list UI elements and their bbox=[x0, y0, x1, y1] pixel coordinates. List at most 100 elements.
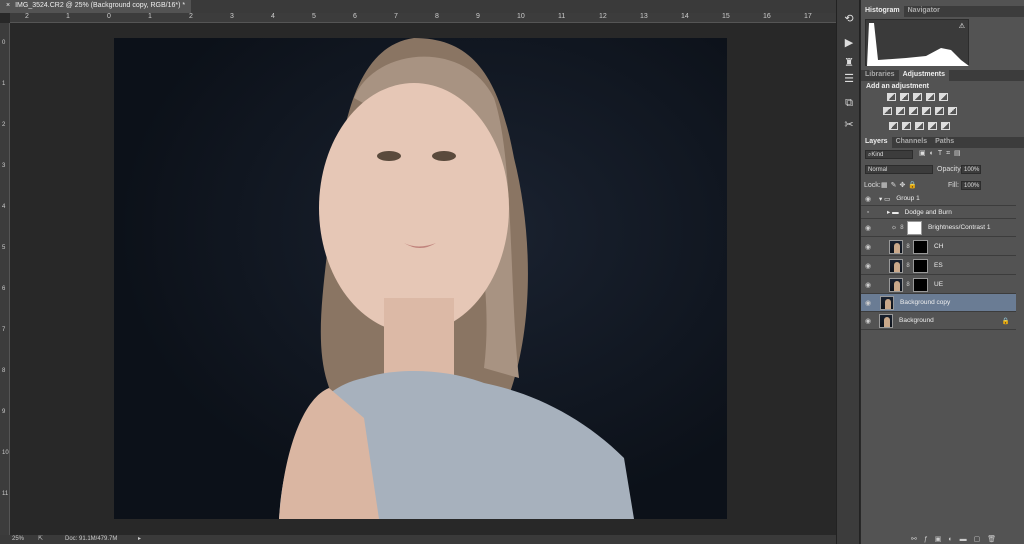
fill-input[interactable]: 100% bbox=[961, 181, 981, 190]
layer-thumb[interactable] bbox=[889, 258, 903, 273]
ruler-tick-label: 4 bbox=[271, 13, 275, 20]
layer-es[interactable]: ◉ 8 ES bbox=[861, 257, 1016, 275]
image-canvas[interactable] bbox=[114, 38, 727, 519]
tab-channels[interactable]: Channels bbox=[892, 137, 932, 148]
color-balance-icon[interactable] bbox=[896, 107, 905, 115]
actions-play-icon[interactable]: ▶ bbox=[842, 36, 856, 50]
layer-thumb[interactable] bbox=[879, 313, 893, 328]
lock-icons[interactable]: ▦✎✥🔒 bbox=[881, 181, 920, 189]
eye-icon[interactable]: ◉ bbox=[861, 224, 875, 232]
tab-navigator[interactable]: Navigator bbox=[904, 6, 944, 17]
eye-icon[interactable]: ◉ bbox=[861, 317, 875, 325]
clone-source-icon[interactable]: ⧉ bbox=[842, 96, 856, 110]
layer-thumb[interactable] bbox=[889, 239, 903, 254]
ruler-tick-label: 0 bbox=[107, 13, 111, 20]
ruler-tick-label: 16 bbox=[763, 13, 771, 20]
doc-size: Doc: 91.1M/479.7M bbox=[65, 536, 118, 542]
ruler-tick-label: 8 bbox=[435, 13, 439, 20]
ruler-top[interactable]: 2 1 0 1 2 3 4 5 6 7 8 9 10 11 12 13 14 15 16 17 bbox=[10, 13, 836, 23]
layer-thumb[interactable] bbox=[880, 295, 894, 310]
eye-icon[interactable]: ◉ bbox=[861, 262, 875, 270]
layer-thumb[interactable] bbox=[889, 277, 903, 292]
tool-presets-icon[interactable]: ✂ bbox=[842, 118, 856, 132]
ruler-left[interactable]: 0 1 2 3 4 5 6 7 8 9 10 11 bbox=[0, 23, 10, 535]
ruler-tick-label: 2 bbox=[2, 122, 6, 128]
posterize-icon[interactable] bbox=[902, 122, 911, 130]
ruler-tick-label: 12 bbox=[599, 13, 607, 20]
layer-mask-thumb[interactable] bbox=[906, 220, 922, 235]
eye-icon[interactable]: ◉ bbox=[861, 243, 875, 251]
black-white-icon[interactable] bbox=[909, 107, 918, 115]
portrait-photo bbox=[279, 38, 634, 519]
layer-background-copy[interactable]: ◉ Background copy bbox=[861, 294, 1016, 312]
threshold-icon[interactable] bbox=[915, 122, 924, 130]
hue-saturation-icon[interactable] bbox=[883, 107, 892, 115]
ruler-tick-label: 7 bbox=[2, 327, 6, 333]
color-lookup-icon[interactable] bbox=[948, 107, 957, 115]
layer-background[interactable]: ◉ Background 🔒 bbox=[861, 312, 1016, 330]
invert-icon[interactable] bbox=[889, 122, 898, 130]
tab-histogram[interactable]: Histogram bbox=[861, 6, 904, 17]
document-tab[interactable]: × IMG_3524.CR2 @ 25% (Background copy, R… bbox=[0, 0, 192, 13]
history-icon[interactable]: ⟲ bbox=[842, 12, 856, 26]
curves-icon[interactable] bbox=[913, 93, 922, 101]
document-title: IMG_3524.CR2 @ 25% (Background copy, RGB… bbox=[15, 2, 186, 9]
layer-dodge-and-burn[interactable]: ▫ ▸ ▬ Dodge and Burn bbox=[861, 206, 1016, 219]
warning-icon[interactable]: ⚠ bbox=[959, 22, 965, 30]
ruler-tick-label: 2 bbox=[189, 13, 193, 20]
layer-mask-thumb[interactable] bbox=[913, 258, 928, 273]
fill-label: Fill: bbox=[948, 182, 959, 189]
layer-brightness-contrast[interactable]: ◉ ☼ 8 Brightness/Contrast 1 bbox=[861, 219, 1016, 237]
tab-paths[interactable]: Paths bbox=[931, 137, 958, 148]
eye-icon[interactable]: ◉ bbox=[861, 195, 875, 203]
selective-color-icon[interactable] bbox=[928, 122, 937, 130]
brightness-icon: ☼ bbox=[891, 224, 897, 231]
ruler-tick-label: 4 bbox=[2, 204, 6, 210]
link-icon: 8 bbox=[906, 262, 910, 269]
export-icon[interactable]: ⇱ bbox=[38, 535, 43, 542]
tab-adjustments[interactable]: Adjustments bbox=[898, 70, 949, 81]
panel-icon-strip: ⟲ ▶ ♜ ☰ ⧉ ✂ bbox=[836, 0, 860, 544]
gradient-map-icon[interactable] bbox=[941, 122, 950, 130]
opacity-input[interactable]: 100% bbox=[961, 165, 981, 174]
layer-mask-thumb[interactable] bbox=[913, 277, 928, 292]
layer-group-1[interactable]: ◉ ▾ ▭ Group 1 bbox=[861, 192, 1016, 206]
ruler-tick-label: 8 bbox=[2, 368, 6, 374]
vibrance-icon[interactable] bbox=[939, 93, 948, 101]
brightness-icon[interactable] bbox=[887, 93, 896, 101]
eye-icon[interactable]: ◉ bbox=[861, 281, 875, 289]
adjustment-icons-row-2 bbox=[881, 107, 959, 117]
close-tab-icon[interactable]: × bbox=[6, 2, 10, 11]
levels-icon[interactable] bbox=[900, 93, 909, 101]
status-bar: 25% ⇱ Doc: 91.1M/479.7M ▸ bbox=[0, 535, 836, 544]
layer-mask-thumb[interactable] bbox=[913, 239, 928, 254]
tab-libraries[interactable]: Libraries bbox=[861, 70, 899, 81]
exposure-icon[interactable] bbox=[926, 93, 935, 101]
layer-filter-select[interactable]: ⌕Kind bbox=[865, 150, 913, 159]
adjustments-tabs: Libraries Adjustments bbox=[861, 70, 1024, 81]
layer-ue[interactable]: ◉ 8 UE bbox=[861, 276, 1016, 294]
eye-icon[interactable]: ◉ bbox=[861, 299, 875, 307]
zoom-level[interactable]: 25% bbox=[12, 536, 24, 542]
channel-mixer-icon[interactable] bbox=[935, 107, 944, 115]
adjustments-heading: Add an adjustment bbox=[866, 83, 930, 90]
ruler-tick-label: 3 bbox=[2, 163, 6, 169]
layer-ch[interactable]: ◉ 8 CH bbox=[861, 238, 1016, 256]
link-icon: 8 bbox=[906, 281, 910, 288]
brush-presets-icon[interactable]: ♜ bbox=[842, 56, 856, 70]
layer-name: ES bbox=[934, 262, 943, 269]
layers-footer-icons[interactable]: ⚯ƒ▣◐▬▢🗑 bbox=[911, 535, 1003, 543]
hidden-visibility-box[interactable]: ▫ bbox=[861, 209, 875, 216]
status-menu-arrow-icon[interactable]: ▸ bbox=[138, 535, 141, 542]
photo-filter-icon[interactable] bbox=[922, 107, 931, 115]
filter-icons[interactable]: ▣◐T⌗▤ bbox=[919, 149, 965, 158]
lock-icon: 🔒 bbox=[1001, 317, 1010, 325]
ruler-tick-label: 14 bbox=[681, 13, 689, 20]
blend-mode-select[interactable]: Normal bbox=[865, 165, 933, 174]
layer-name: CH bbox=[934, 243, 944, 250]
ruler-tick-label: 2 bbox=[25, 13, 29, 20]
link-icon: 8 bbox=[900, 224, 904, 231]
ruler-tick-label: 6 bbox=[353, 13, 357, 20]
properties-icon[interactable]: ☰ bbox=[842, 72, 856, 86]
tab-layers[interactable]: Layers bbox=[861, 137, 892, 148]
